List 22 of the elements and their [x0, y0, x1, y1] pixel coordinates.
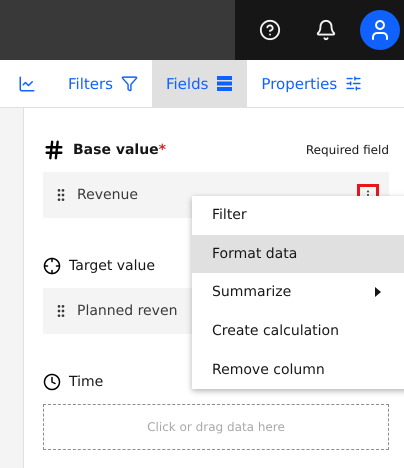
filter-icon — [120, 75, 138, 92]
section-label: Time — [69, 374, 104, 390]
menu-item[interactable]: Filter — [192, 196, 404, 235]
bell-icon — [315, 19, 337, 41]
menu-item[interactable]: Remove column — [192, 350, 404, 389]
user-avatar-button[interactable] — [360, 10, 400, 50]
crosshair-icon — [43, 257, 61, 275]
line-chart-icon — [18, 74, 36, 92]
help-icon — [259, 19, 281, 41]
sliders-icon — [345, 75, 362, 92]
panel-tab[interactable]: Fields — [152, 60, 248, 107]
submenu-caret-icon — [374, 287, 382, 298]
field-name: Revenue — [77, 187, 139, 203]
hash-icon — [43, 139, 65, 161]
fields-icon — [216, 75, 234, 92]
section-label: Base value* — [73, 142, 167, 158]
menu-item[interactable]: Format data — [192, 234, 404, 274]
field-name: Planned reven — [77, 303, 178, 319]
section-label: Target value — [69, 258, 156, 274]
drop-zone-placeholder: Click or drag data here — [147, 420, 285, 434]
required-hint: Required field — [306, 143, 389, 157]
clock-icon — [43, 373, 61, 391]
